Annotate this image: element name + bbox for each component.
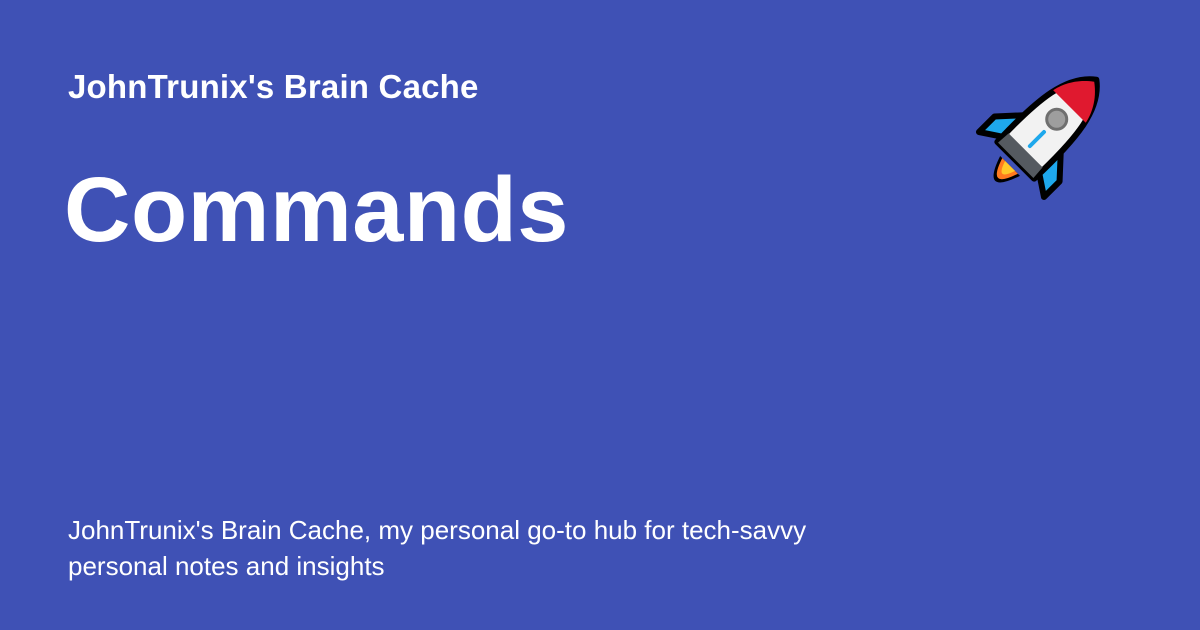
social-card: JohnTrunix's Brain Cache Commands JohnTr… (0, 0, 1200, 630)
site-name: JohnTrunix's Brain Cache (68, 68, 479, 105)
page-description: JohnTrunix's Brain Cache, my personal go… (68, 515, 807, 581)
page-title: Commands (64, 159, 569, 261)
rocket-icon (975, 76, 1100, 201)
